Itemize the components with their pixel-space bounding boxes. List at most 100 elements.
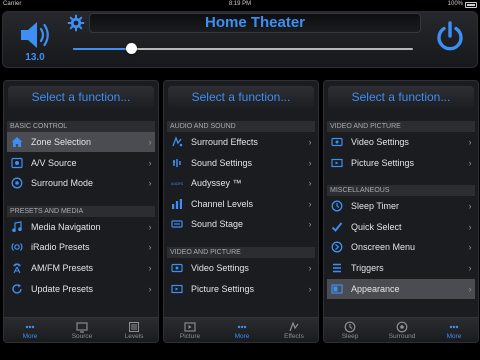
clock-icon [331,200,343,212]
menu-item-sound-settings[interactable]: Sound Settings › [167,153,315,173]
tab-effects[interactable]: Effects [268,318,318,342]
menu-item-label: Onscreen Menu [351,242,416,253]
power-icon[interactable] [433,20,467,54]
menu-item-label: AM/FM Presets [31,263,94,273]
tab-more[interactable]: More [428,318,478,342]
menu-item-label: Surround Mode [31,178,94,189]
menu-item-label: Media Navigation [31,221,101,232]
tab-levels[interactable]: Levels [108,318,158,342]
menu-item-channel-levels[interactable]: Channel Levels › [167,194,315,214]
more-dots-icon [216,320,268,333]
menu-item-onscreen-menu[interactable]: Onscreen Menu › [327,237,475,257]
tab-bar: Sleep Surround More [324,317,478,342]
effects-tab-icon [268,320,318,333]
sound-stage-icon [171,218,183,230]
menu-item-quick-select[interactable]: Quick Select › [327,217,475,237]
chevron-right-icon: › [308,219,312,230]
tab-picture[interactable]: Picture [164,318,216,342]
panel-header[interactable]: Select a function... [8,86,154,108]
battery-percent: 100% [447,1,463,7]
video-settings-icon [331,136,343,148]
chevron-right-icon: › [148,137,152,147]
tab-source[interactable]: Source [56,318,108,342]
tab-label: Levels [124,333,144,340]
sound-settings-icon [171,157,183,169]
menu-item-a-v-source[interactable]: A/V Source › [7,153,155,173]
audyssey-icon: AUDYSSEY [171,177,183,189]
tab-sleep[interactable]: Sleep [324,318,376,342]
volume-slider-knob[interactable] [125,43,137,54]
music-note-icon [11,221,23,233]
panel-header[interactable]: Select a function... [168,86,314,108]
triggers-icon [331,262,343,274]
menu-item-label: Video Settings [191,263,249,273]
menu-item-surround-effects[interactable]: Surround Effects › [167,132,315,152]
menu-item-zone-selection[interactable]: Zone Selection › [7,132,155,152]
menu-item-video-settings[interactable]: Video Settings › [167,258,315,278]
menu-item-triggers[interactable]: Triggers › [327,258,475,278]
menu-item-iradio-presets[interactable]: iRadio Presets › [7,237,155,257]
page-title: Home Theater [89,13,421,33]
menu-item-label: Triggers [351,263,384,273]
menu-item-label: Channel Levels [191,198,254,209]
menu-item-picture-settings[interactable]: Picture Settings › [167,279,315,299]
chevron-right-icon: › [468,137,472,147]
panel-header[interactable]: Select a function... [328,86,474,108]
surround-tab-icon [376,320,428,333]
chevron-right-icon: › [308,137,312,147]
tab-bar: Picture More Effects [164,317,318,342]
menu-item-picture-settings[interactable]: Picture Settings › [327,153,475,173]
menu-item-label: Audyssey ™ [191,178,242,189]
menu-item-sound-stage[interactable]: Sound Stage › [167,214,315,234]
chevron-right-icon: › [148,242,152,253]
menu-item-label: iRadio Presets [31,242,90,253]
menu-item-audyssey[interactable]: AUDYSSEY Audyssey ™ › [167,173,315,193]
menu-item-appearance[interactable]: Appearance › [327,278,475,299]
tab-label: More [446,333,462,340]
menu-item-label: Quick Select [351,221,402,232]
tab-bar: More Source Levels [4,317,158,342]
refresh-icon [11,283,23,295]
function-panel-3: Select a function... VIDEO AND PICTURE Vid… [323,80,479,343]
status-bar: Carrier 8:19 PM 100% [0,0,480,10]
chevron-right-icon: › [468,283,472,294]
menu-item-surround-mode[interactable]: Surround Mode › [7,173,155,193]
menu-item-label: Zone Selection [31,137,92,147]
picture-icon [164,320,216,333]
chevron-right-icon: › [308,178,312,189]
tab-label: More [22,333,38,340]
picture-settings-icon [331,157,343,169]
chevron-right-icon: › [148,178,152,189]
menu-item-video-settings[interactable]: Video Settings › [327,132,475,152]
menu-item-label: Surround Effects [191,137,258,147]
menu-item-media-navigation[interactable]: Media Navigation › [7,217,155,237]
section-header: AUDIO AND SOUND [167,121,315,132]
sleep-icon [324,320,376,333]
chevron-right-icon: › [308,283,312,294]
tab-more[interactable]: More [4,318,56,342]
more-dots-icon [4,320,56,333]
channel-levels-icon [171,198,183,210]
tab-more[interactable]: More [216,318,268,342]
volume-slider[interactable] [73,42,413,56]
speaker-icon[interactable] [17,18,53,52]
chevron-right-icon: › [148,157,152,168]
menu-item-label: Sleep Timer [351,201,400,212]
source-icon [11,157,23,169]
menu-item-update-presets[interactable]: Update Presets › [7,279,155,299]
levels-icon [108,320,158,333]
chevron-right-icon: › [308,263,312,273]
home-icon [11,136,23,148]
tab-surround[interactable]: Surround [376,318,428,342]
more-dots-icon [428,320,478,333]
menu-item-label: Appearance [351,283,400,294]
broadcast-icon [11,262,23,274]
appearance-icon [331,283,343,295]
gear-icon[interactable] [67,14,85,32]
radio-icon [11,241,23,253]
chevron-right-icon: › [308,198,312,209]
video-settings-icon [171,262,183,274]
menu-item-sleep-timer[interactable]: Sleep Timer › [327,196,475,216]
menu-item-am-fm-presets[interactable]: AM/FM Presets › [7,258,155,278]
section-header: VIDEO AND PICTURE [167,247,315,258]
